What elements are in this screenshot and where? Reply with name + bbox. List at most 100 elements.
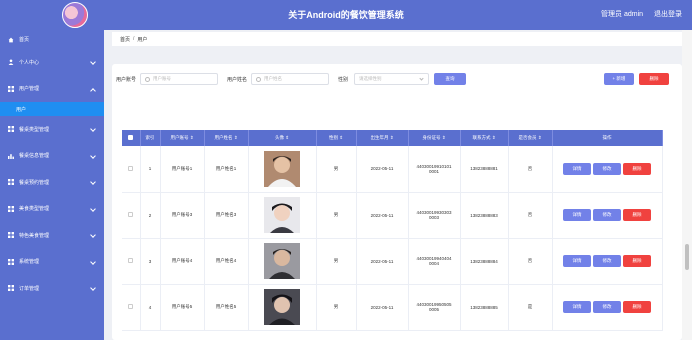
row-checkbox[interactable] bbox=[128, 258, 134, 263]
account-label: 用户账号 bbox=[116, 77, 137, 83]
sidebar-item-orders[interactable]: 订单管理 bbox=[0, 275, 104, 302]
row-checkbox[interactable] bbox=[128, 212, 134, 217]
chevron-down-icon bbox=[90, 205, 96, 212]
cell-birth: 2022-05-11 bbox=[356, 192, 409, 239]
col-header-avatar[interactable]: 头像 ⇕ bbox=[248, 130, 317, 146]
sidebar-item-label: 个人中心 bbox=[19, 59, 40, 66]
account-search-input[interactable]: 用户账号 bbox=[140, 73, 218, 85]
sidebar-item-user-management[interactable]: 用户管理 bbox=[0, 76, 104, 103]
header-actions: 管理员 admin 退出登录 bbox=[592, 0, 682, 30]
col-header-id-number[interactable]: 身份证号 ⇕ bbox=[408, 130, 461, 146]
cell-member: 否 bbox=[508, 146, 553, 193]
edit-button[interactable]: 修改 bbox=[593, 255, 621, 267]
cell-gender: 男 bbox=[316, 146, 357, 193]
scrollbar-thumb[interactable] bbox=[685, 244, 689, 270]
page-scrollbar[interactable] bbox=[682, 30, 692, 340]
table-row: 2 用户账号3 用户姓名3 男 2022-05-11 4403001993030… bbox=[122, 192, 663, 239]
detail-button[interactable]: 详情 bbox=[563, 255, 591, 267]
edit-button[interactable]: 修改 bbox=[593, 209, 621, 221]
gender-select[interactable]: 请选择性别 bbox=[354, 73, 429, 85]
table-row: 3 用户账号4 用户姓名4 男 2022-05-11 4403001994040… bbox=[122, 238, 663, 285]
query-button-label: 查询 bbox=[445, 76, 455, 81]
breadcrumb: 首页 / 用户 bbox=[112, 32, 682, 46]
add-button[interactable]: + 新增 bbox=[604, 73, 634, 85]
chevron-down-icon bbox=[90, 179, 96, 185]
detail-button[interactable]: 详情 bbox=[563, 162, 591, 175]
table-row: 4 用户账号5 用户姓名5 男 2022-05-11 4403001995050… bbox=[122, 284, 663, 331]
table-panel: 索引 用户账号 ⇕ 用户姓名 ⇕ 头像 ⇕ 性别 ⇕ 出生年月 ⇕ 身份证号 ⇕… bbox=[112, 122, 682, 340]
sidebar-item-reservation[interactable]: 餐桌预约管理 bbox=[0, 169, 104, 196]
cell-id-number: 44030019950505 0005 bbox=[408, 284, 461, 331]
sidebar: 首页 个人中心 用户管理 用户 餐桌类型管理 餐桌信息管理 餐桌预约管理 美食类… bbox=[0, 30, 104, 340]
chevron-down-icon bbox=[419, 76, 424, 81]
app-title: 关于Android的餐饮管理系统 bbox=[288, 10, 404, 20]
detail-button[interactable]: 详情 bbox=[563, 301, 591, 313]
main-content: 首页 / 用户 用户账号 用户账号 用户姓名 用户姓名 性别 请选择性别 查询 … bbox=[104, 30, 682, 340]
row-checkbox[interactable] bbox=[128, 304, 134, 309]
grid-icon bbox=[8, 205, 14, 212]
delete-button[interactable]: 删除 bbox=[623, 209, 651, 221]
breadcrumb-home[interactable]: 首页 bbox=[120, 36, 130, 43]
row-checkbox[interactable] bbox=[128, 165, 134, 171]
sidebar-item-special-food[interactable]: 特色美食管理 bbox=[0, 222, 104, 249]
delete-button[interactable]: 删除 bbox=[623, 162, 651, 175]
user-avatar[interactable] bbox=[264, 150, 300, 187]
cell-gender: 男 bbox=[316, 238, 357, 285]
sidebar-item-profile[interactable]: 个人中心 bbox=[0, 49, 104, 76]
bulk-delete-button[interactable]: 删除 bbox=[639, 73, 669, 85]
sidebar-item-label: 餐桌类型管理 bbox=[19, 126, 50, 133]
bar-chart-icon bbox=[8, 153, 14, 159]
users-table: 索引 用户账号 ⇕ 用户姓名 ⇕ 头像 ⇕ 性别 ⇕ 出生年月 ⇕ 身份证号 ⇕… bbox=[122, 130, 663, 331]
col-header-gender[interactable]: 性别 ⇕ bbox=[316, 130, 357, 146]
edit-button[interactable]: 修改 bbox=[593, 301, 621, 313]
col-header-birth[interactable]: 出生年月 ⇕ bbox=[356, 130, 409, 146]
sidebar-item-system[interactable]: 系统管理 bbox=[0, 249, 104, 276]
cell-phone: 13823888884 bbox=[460, 238, 509, 285]
cell-index: 4 bbox=[140, 284, 161, 331]
grid-icon bbox=[8, 232, 14, 239]
sidebar-item-home[interactable]: 首页 bbox=[0, 30, 104, 49]
chevron-down-icon bbox=[90, 59, 96, 65]
chevron-down-icon bbox=[90, 152, 96, 159]
edit-button[interactable]: 修改 bbox=[593, 162, 621, 175]
col-header-phone[interactable]: 联系方式 ⇕ bbox=[460, 130, 509, 146]
user-avatar[interactable] bbox=[264, 197, 300, 233]
query-button[interactable]: 查询 bbox=[434, 73, 466, 85]
cell-id-number: 44030019910101 0001 bbox=[408, 146, 461, 193]
cell-index: 1 bbox=[140, 146, 161, 193]
account-placeholder: 用户账号 bbox=[153, 76, 171, 81]
cell-actions: 详情 修改 删除 bbox=[552, 238, 663, 285]
user-avatar[interactable] bbox=[264, 243, 300, 279]
delete-button[interactable]: 删除 bbox=[623, 301, 651, 313]
col-header-name[interactable]: 用户姓名 ⇕ bbox=[204, 130, 249, 146]
cell-gender: 男 bbox=[316, 284, 357, 331]
cell-id-number: 44030019940404 0004 bbox=[408, 238, 461, 285]
sidebar-item-label: 首页 bbox=[19, 37, 30, 43]
cell-birth: 2022-05-11 bbox=[356, 238, 409, 285]
grid-icon bbox=[8, 258, 14, 265]
sidebar-item-food-type[interactable]: 美食类型管理 bbox=[0, 196, 104, 223]
detail-button[interactable]: 详情 bbox=[563, 209, 591, 221]
col-header-account[interactable]: 用户账号 ⇕ bbox=[160, 130, 205, 146]
user-avatar[interactable] bbox=[264, 289, 300, 325]
cell-actions: 详情 修改 删除 bbox=[552, 284, 663, 331]
cell-index: 2 bbox=[140, 192, 161, 239]
sidebar-item-label: 系统管理 bbox=[19, 259, 40, 266]
logout-link[interactable]: 退出登录 bbox=[654, 11, 682, 18]
name-search-input[interactable]: 用户姓名 bbox=[251, 73, 329, 85]
select-all-cell[interactable] bbox=[122, 130, 141, 146]
sidebar-subitem-users[interactable]: 用户 bbox=[0, 102, 104, 116]
sidebar-item-label: 订单管理 bbox=[19, 285, 40, 292]
cell-birth: 2022-05-11 bbox=[356, 146, 409, 193]
cell-index: 3 bbox=[140, 238, 161, 285]
sidebar-item-table-type[interactable]: 餐桌类型管理 bbox=[0, 116, 104, 143]
delete-button[interactable]: 删除 bbox=[623, 255, 651, 267]
cell-phone: 13823888885 bbox=[460, 284, 509, 331]
select-all-checkbox[interactable] bbox=[128, 135, 134, 140]
chevron-down-icon bbox=[90, 126, 96, 132]
col-header-member[interactable]: 是否会员 ⇕ bbox=[508, 130, 553, 146]
sidebar-item-table-info[interactable]: 餐桌信息管理 bbox=[0, 143, 104, 170]
cell-actions: 详情 修改 删除 bbox=[552, 192, 663, 239]
grid-icon bbox=[8, 179, 14, 186]
search-icon bbox=[145, 76, 150, 82]
